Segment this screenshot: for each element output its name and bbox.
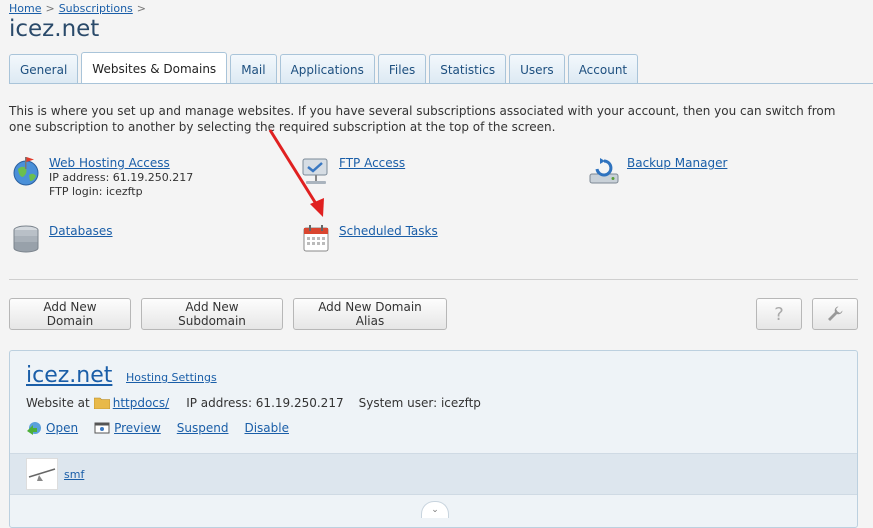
tab-websites-domains[interactable]: Websites & Domains (81, 52, 228, 84)
breadcrumb: Home > Subscriptions > (9, 2, 150, 15)
breadcrumb-separator: > (136, 2, 146, 15)
tab-general[interactable]: General (9, 54, 79, 84)
ftp-access-link[interactable]: FTP Access (339, 156, 405, 170)
web-hosting-ip: IP address: 61.19.250.217 (49, 171, 194, 184)
website-info: Website at httpdocs/ IP address: 61.19.2… (26, 396, 481, 410)
database-icon (13, 225, 39, 253)
domain-panel: icez.net Hosting Settings Website at htt… (9, 350, 858, 528)
folder-icon (93, 397, 110, 409)
open-icon (27, 422, 41, 435)
open-link[interactable]: Open (46, 421, 78, 435)
tool-scheduled-tasks: Scheduled Tasks (300, 223, 438, 255)
preview-link[interactable]: Preview (114, 421, 161, 435)
tab-applications[interactable]: Applications (279, 54, 375, 84)
tab-account[interactable]: Account (567, 54, 639, 84)
httpdocs-link[interactable]: httpdocs/ (113, 396, 169, 410)
tab-divider (9, 83, 873, 84)
add-new-domain-alias-button[interactable]: Add New Domain Alias (293, 298, 447, 330)
open-action[interactable]: Open (26, 421, 78, 435)
add-new-domain-button[interactable]: Add New Domain (9, 298, 131, 330)
intro-text: This is where you set up and manage webs… (9, 104, 836, 134)
tool-web-hosting: Web Hosting Access IP address: 61.19.250… (10, 155, 193, 199)
add-new-subdomain-button[interactable]: Add New Subdomain (141, 298, 283, 330)
ftp-icon (302, 158, 328, 184)
hosting-settings-link[interactable]: Hosting Settings (126, 371, 217, 384)
installed-app-row: smf (10, 453, 857, 495)
tab-statistics[interactable]: Statistics (429, 54, 507, 84)
breadcrumb-separator: > (45, 2, 55, 15)
disable-action[interactable]: Disable (244, 421, 289, 435)
tab-users[interactable]: Users (509, 54, 565, 84)
domain-actions: Open Preview Suspend Disable (26, 421, 305, 435)
chevron-down-icon: ⌄ (431, 505, 439, 515)
tool-backup-manager: Backup Manager (588, 155, 727, 187)
calendar-icon (303, 225, 329, 252)
help-button[interactable]: ? (756, 298, 802, 330)
tab-files[interactable]: Files (377, 54, 427, 84)
tab-mail[interactable]: Mail (230, 54, 277, 84)
backup-manager-link[interactable]: Backup Manager (627, 156, 727, 170)
page-title: icez.net (9, 16, 100, 42)
tab-bar: General Websites & Domains Mail Applicat… (9, 52, 641, 84)
scheduled-tasks-link[interactable]: Scheduled Tasks (339, 224, 438, 238)
preview-icon (94, 422, 110, 434)
databases-link[interactable]: Databases (49, 224, 113, 238)
expand-toggle[interactable]: ⌄ (421, 501, 449, 518)
domain-ip: IP address: 61.19.250.217 (186, 396, 344, 410)
web-hosting-ftp-login: FTP login: icezftp (49, 185, 143, 198)
preview-action[interactable]: Preview (94, 421, 161, 435)
web-hosting-access-link[interactable]: Web Hosting Access (49, 156, 170, 170)
globe-icon (13, 157, 39, 186)
breadcrumb-subscriptions[interactable]: Subscriptions (59, 2, 133, 15)
settings-wrench-button[interactable] (812, 298, 858, 330)
breadcrumb-home[interactable]: Home (9, 2, 41, 15)
smf-app-icon (28, 468, 56, 481)
disable-link[interactable]: Disable (244, 421, 289, 435)
smf-app-link[interactable]: smf (64, 468, 84, 481)
suspend-action[interactable]: Suspend (177, 421, 229, 435)
website-at-label: Website at (26, 396, 90, 410)
section-divider (9, 279, 858, 280)
tool-ftp-access: FTP Access (300, 155, 405, 187)
system-user: System user: icezftp (358, 396, 481, 410)
app-thumbnail (26, 458, 58, 490)
domain-name-link[interactable]: icez.net (26, 363, 112, 388)
tool-databases: Databases (10, 223, 113, 255)
wrench-icon (828, 306, 843, 321)
backup-icon (589, 158, 619, 184)
suspend-link[interactable]: Suspend (177, 421, 229, 435)
